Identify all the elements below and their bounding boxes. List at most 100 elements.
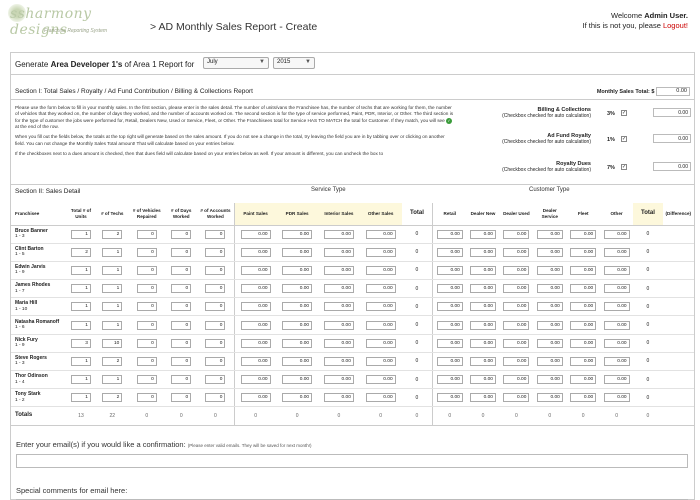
ds-input[interactable]: 0.00 — [536, 284, 563, 294]
techs-input[interactable]: 1 — [102, 375, 123, 385]
co-input[interactable]: 0.00 — [603, 356, 630, 366]
ds-input[interactable]: 0.00 — [536, 302, 563, 312]
ds-input[interactable]: 0.00 — [536, 375, 563, 385]
days-input[interactable]: 0 — [171, 247, 192, 257]
days-input[interactable]: 0 — [171, 284, 192, 294]
fleet-input[interactable]: 0.00 — [570, 338, 597, 348]
days-input[interactable]: 0 — [171, 265, 192, 275]
techs-input[interactable]: 2 — [102, 393, 123, 403]
interior-input[interactable]: 0.00 — [323, 393, 354, 403]
vehicles-input[interactable]: 0 — [136, 247, 157, 257]
dn-input[interactable]: 0.00 — [469, 338, 496, 348]
interior-input[interactable]: 0.00 — [323, 265, 354, 275]
dn-input[interactable]: 0.00 — [469, 229, 496, 239]
techs-input[interactable]: 2 — [102, 356, 123, 366]
dn-input[interactable]: 0.00 — [469, 247, 496, 257]
paint-input[interactable]: 0.00 — [240, 375, 271, 385]
days-input[interactable]: 0 — [171, 338, 192, 348]
interior-input[interactable]: 0.00 — [323, 338, 354, 348]
vehicles-input[interactable]: 0 — [136, 320, 157, 330]
du-input[interactable]: 0.00 — [503, 302, 530, 312]
other-input[interactable]: 0.00 — [365, 302, 396, 312]
co-input[interactable]: 0.00 — [603, 284, 630, 294]
techs-input[interactable]: 1 — [102, 302, 123, 312]
techs-input[interactable]: 1 — [102, 265, 123, 275]
days-input[interactable]: 0 — [171, 302, 192, 312]
harmony-designs-logo[interactable]: ssharmony designs Franchise Reporting Sy… — [8, 4, 150, 40]
dn-input[interactable]: 0.00 — [469, 284, 496, 294]
other-input[interactable]: 0.00 — [365, 375, 396, 385]
dn-input[interactable]: 0.00 — [469, 356, 496, 366]
retail-input[interactable]: 0.00 — [436, 302, 463, 312]
pdr-input[interactable]: 0.00 — [282, 375, 313, 385]
du-input[interactable]: 0.00 — [503, 338, 530, 348]
retail-input[interactable]: 0.00 — [436, 338, 463, 348]
ds-input[interactable]: 0.00 — [536, 265, 563, 275]
interior-input[interactable]: 0.00 — [323, 356, 354, 366]
days-input[interactable]: 0 — [171, 375, 192, 385]
techs-input[interactable]: 2 — [102, 229, 123, 239]
pdr-input[interactable]: 0.00 — [282, 247, 313, 257]
interior-input[interactable]: 0.00 — [323, 375, 354, 385]
interior-input[interactable]: 0.00 — [323, 320, 354, 330]
accounts-input[interactable]: 0 — [205, 247, 226, 257]
days-input[interactable]: 0 — [171, 393, 192, 403]
units-input[interactable]: 2 — [70, 247, 91, 257]
vehicles-input[interactable]: 0 — [136, 265, 157, 275]
du-input[interactable]: 0.00 — [503, 375, 530, 385]
dn-input[interactable]: 0.00 — [469, 302, 496, 312]
units-input[interactable]: 1 — [70, 265, 91, 275]
dn-input[interactable]: 0.00 — [469, 320, 496, 330]
du-input[interactable]: 0.00 — [503, 247, 530, 257]
units-input[interactable]: 1 — [70, 284, 91, 294]
techs-input[interactable]: 1 — [102, 320, 123, 330]
ds-input[interactable]: 0.00 — [536, 356, 563, 366]
ad-fund-royalty-checkbox[interactable]: ✓ — [621, 136, 627, 142]
co-input[interactable]: 0.00 — [603, 375, 630, 385]
interior-input[interactable]: 0.00 — [323, 247, 354, 257]
fleet-input[interactable]: 0.00 — [570, 302, 597, 312]
vehicles-input[interactable]: 0 — [136, 338, 157, 348]
units-input[interactable]: 1 — [70, 302, 91, 312]
retail-input[interactable]: 0.00 — [436, 247, 463, 257]
vehicles-input[interactable]: 0 — [136, 393, 157, 403]
retail-input[interactable]: 0.00 — [436, 393, 463, 403]
retail-input[interactable]: 0.00 — [436, 320, 463, 330]
ds-input[interactable]: 0.00 — [536, 393, 563, 403]
co-input[interactable]: 0.00 — [603, 247, 630, 257]
co-input[interactable]: 0.00 — [603, 265, 630, 275]
vehicles-input[interactable]: 0 — [136, 284, 157, 294]
vehicles-input[interactable]: 0 — [136, 356, 157, 366]
retail-input[interactable]: 0.00 — [436, 229, 463, 239]
retail-input[interactable]: 0.00 — [436, 265, 463, 275]
units-input[interactable]: 1 — [70, 393, 91, 403]
dn-input[interactable]: 0.00 — [469, 265, 496, 275]
pdr-input[interactable]: 0.00 — [282, 265, 313, 275]
pdr-input[interactable]: 0.00 — [282, 338, 313, 348]
du-input[interactable]: 0.00 — [503, 393, 530, 403]
units-input[interactable]: 1 — [70, 375, 91, 385]
month-select[interactable]: July ▼ — [203, 57, 269, 69]
pdr-input[interactable]: 0.00 — [282, 393, 313, 403]
units-input[interactable]: 1 — [70, 229, 91, 239]
other-input[interactable]: 0.00 — [365, 265, 396, 275]
days-input[interactable]: 0 — [171, 320, 192, 330]
vehicles-input[interactable]: 0 — [136, 302, 157, 312]
other-input[interactable]: 0.00 — [365, 393, 396, 403]
techs-input[interactable]: 1 — [102, 247, 123, 257]
units-input[interactable]: 1 — [70, 320, 91, 330]
royalty-dues-value[interactable]: 0.00 — [653, 162, 691, 171]
ad-fund-royalty-value[interactable]: 0.00 — [653, 134, 691, 143]
units-input[interactable]: 1 — [70, 356, 91, 366]
fleet-input[interactable]: 0.00 — [570, 393, 597, 403]
paint-input[interactable]: 0.00 — [240, 320, 271, 330]
accounts-input[interactable]: 0 — [205, 320, 226, 330]
fleet-input[interactable]: 0.00 — [570, 229, 597, 239]
logout-link[interactable]: Logout! — [663, 21, 688, 30]
du-input[interactable]: 0.00 — [503, 265, 530, 275]
paint-input[interactable]: 0.00 — [240, 284, 271, 294]
other-input[interactable]: 0.00 — [365, 338, 396, 348]
retail-input[interactable]: 0.00 — [436, 356, 463, 366]
billing-collections-value[interactable]: 0.00 — [653, 108, 691, 117]
paint-input[interactable]: 0.00 — [240, 247, 271, 257]
